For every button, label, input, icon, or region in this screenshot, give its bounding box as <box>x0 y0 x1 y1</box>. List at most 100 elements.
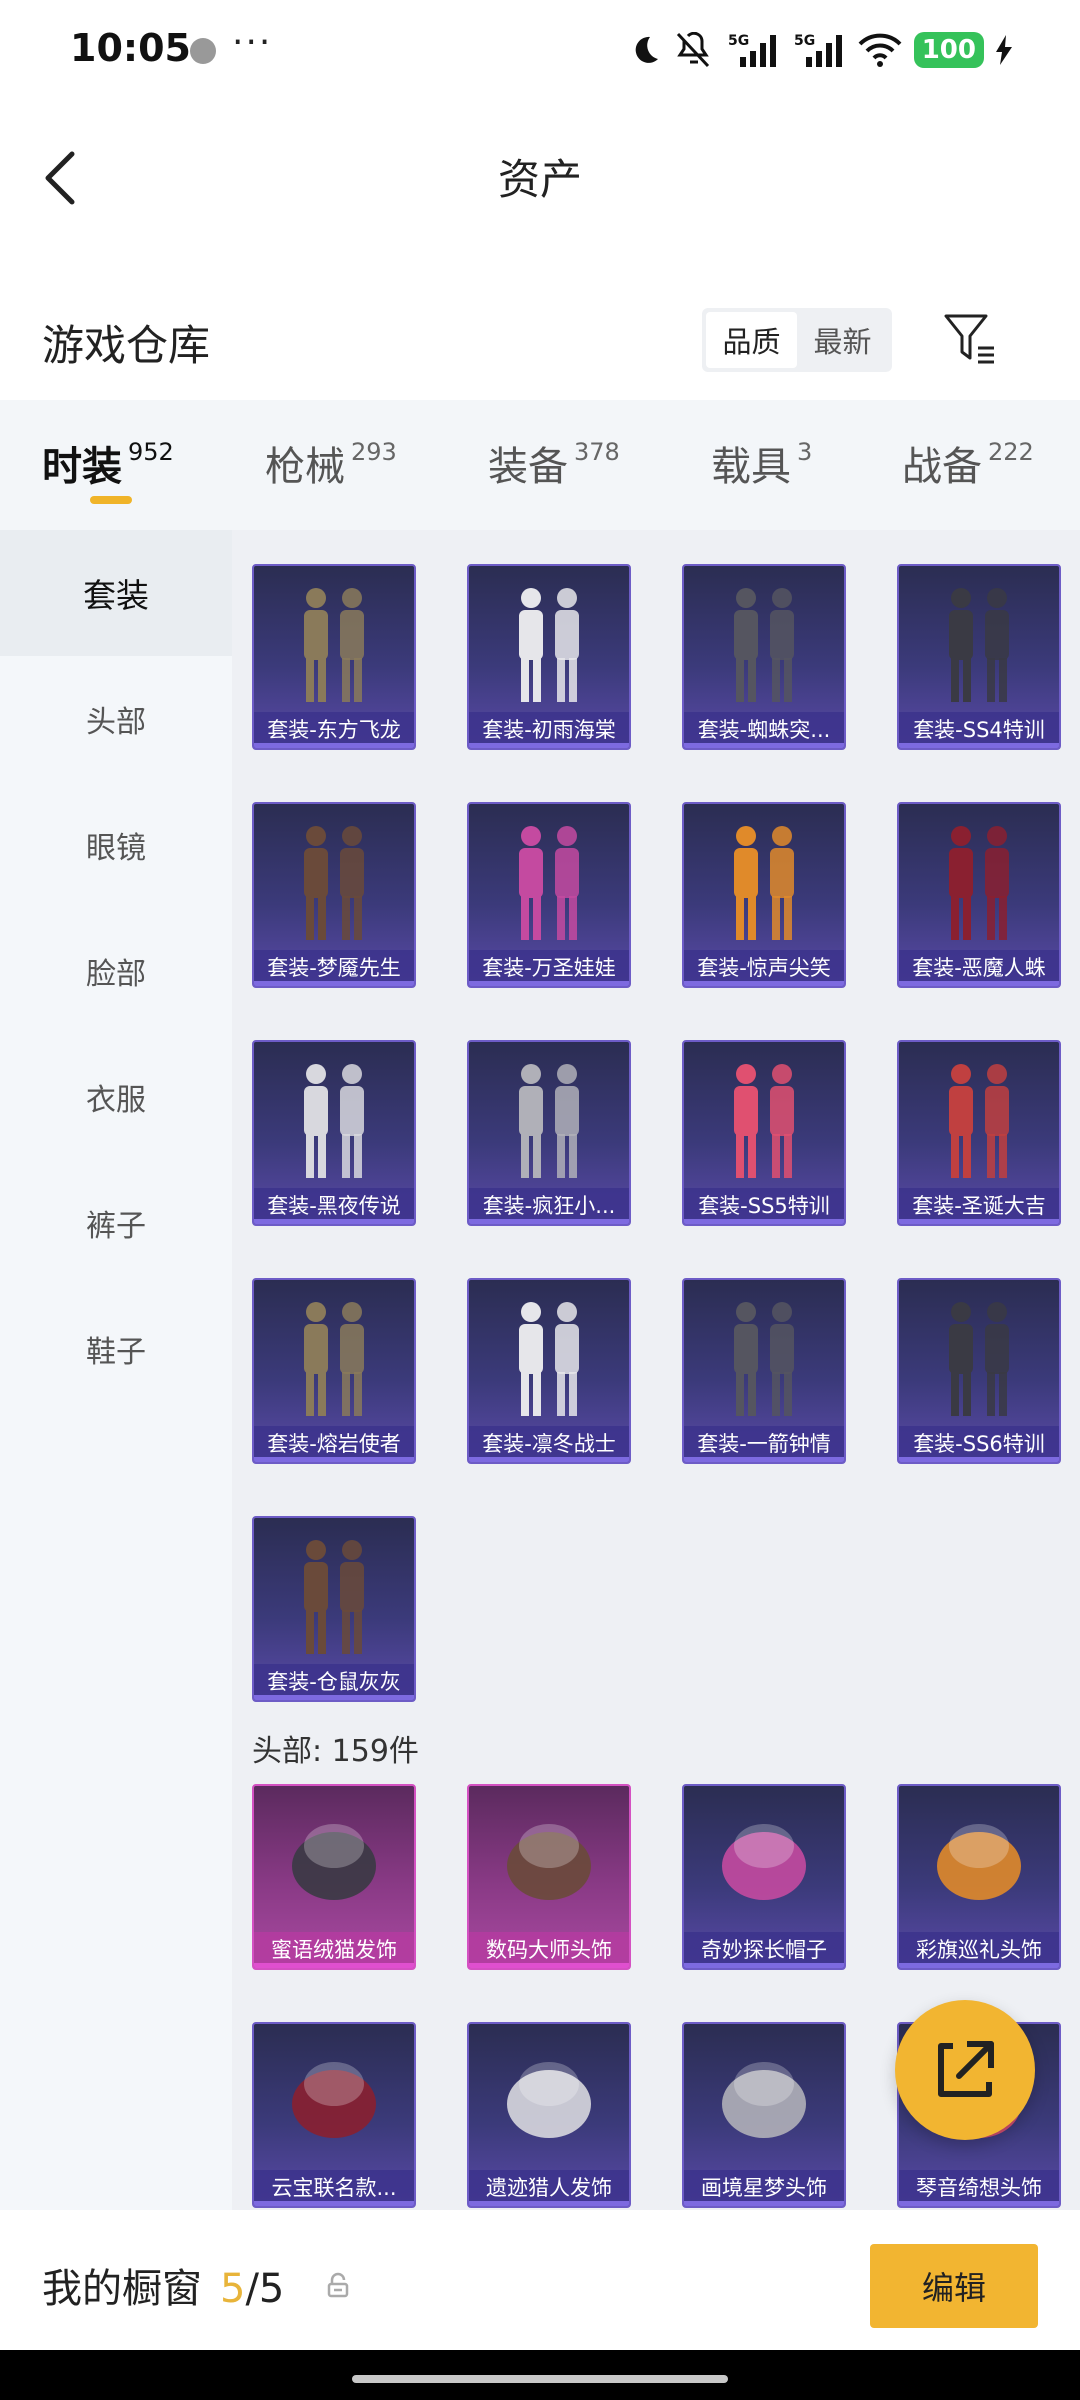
outfit-card[interactable]: 套装-凛冬战士 <box>467 1278 631 1464</box>
tab-label: 战备 <box>902 444 982 490</box>
headwear-card[interactable]: 奇妙探长帽子 <box>682 1784 846 1970</box>
filter-icon[interactable] <box>942 310 998 366</box>
showcase-count-total: /5 <box>245 2266 285 2312</box>
tab-guns[interactable]: 枪械 293 <box>265 434 397 492</box>
sidebar-item-head[interactable]: 头部 <box>0 656 232 782</box>
outfit-card[interactable]: 套装-疯狂小... <box>467 1040 631 1226</box>
net1-label: 5G <box>728 33 749 49</box>
rarity-stripe <box>899 1963 1059 1968</box>
sidebar-item-pants[interactable]: 裤子 <box>0 1160 232 1286</box>
sort-toggle: 品质 最新 <box>702 308 892 372</box>
sidebar-item-clothes[interactable]: 衣服 <box>0 1034 232 1160</box>
outfit-card[interactable]: 套装-圣诞大吉 <box>897 1040 1061 1226</box>
tab-count: 378 <box>574 438 620 466</box>
rarity-stripe <box>899 2201 1059 2206</box>
showcase-label: 我的橱窗 5 /5 <box>42 2256 284 2314</box>
tab-label: 载具 <box>711 444 791 490</box>
app-notification-icon <box>190 38 216 64</box>
app-root: 10:05 ··· 5G 5G 100 资产 游戏仓库 品质 最新 时装 952… <box>0 0 1080 2400</box>
headwear-card[interactable]: 蜜语绒猫发饰 <box>252 1784 416 1970</box>
clock: 10:05 <box>70 26 191 70</box>
headwear-card[interactable]: 云宝联名款... <box>252 2022 416 2208</box>
headwear-card[interactable]: 彩旗巡礼头饰 <box>897 1784 1061 1970</box>
outfit-card[interactable]: 套装-惊声尖笑 <box>682 802 846 988</box>
charging-icon <box>996 35 1012 65</box>
tab-combat-gear[interactable]: 战备 222 <box>902 434 1034 492</box>
outfit-card[interactable]: 套装-SS6特训 <box>897 1278 1061 1464</box>
outfit-thumbnail <box>949 1064 1009 1178</box>
home-indicator[interactable] <box>352 2375 728 2383</box>
sort-newest-button[interactable]: 最新 <box>797 312 888 368</box>
outfit-card[interactable]: 套装-SS5特训 <box>682 1040 846 1226</box>
outfit-thumbnail <box>734 588 794 702</box>
headwear-card[interactable]: 数码大师头饰 <box>467 1784 631 1970</box>
category-tabs: 时装 952 枪械 293 装备 378 载具 3 战备 222 <box>0 400 1080 530</box>
tab-label: 时装 <box>42 444 122 490</box>
outfit-card[interactable]: 套装-初雨海棠 <box>467 564 631 750</box>
outfit-thumbnail <box>519 588 579 702</box>
share-button[interactable] <box>895 2000 1035 2140</box>
headwear-thumbnail <box>722 2062 806 2138</box>
status-icons: 5G 5G 100 <box>628 28 1012 72</box>
sidebar-item-glasses[interactable]: 眼镜 <box>0 782 232 908</box>
rarity-stripe <box>899 743 1059 748</box>
outfit-card[interactable]: 套装-黑夜传说 <box>252 1040 416 1226</box>
headwear-card[interactable]: 遗迹猎人发饰 <box>467 2022 631 2208</box>
showcase-bar: 我的橱窗 5 /5 编辑 <box>0 2210 1080 2350</box>
tab-equipment[interactable]: 装备 378 <box>488 434 620 492</box>
headwear-thumbnail <box>292 2062 376 2138</box>
outfit-thumbnail <box>734 826 794 940</box>
active-tab-indicator <box>90 496 132 504</box>
outfit-thumbnail <box>519 1302 579 1416</box>
rarity-stripe <box>254 1219 414 1224</box>
outfit-thumbnail <box>304 1302 364 1416</box>
tab-vehicles[interactable]: 载具 3 <box>711 434 812 492</box>
sort-quality-button[interactable]: 品质 <box>706 312 797 368</box>
outfit-card[interactable]: 套装-梦魇先生 <box>252 802 416 988</box>
head-section-title: 头部: 159件 <box>252 1734 419 1769</box>
status-bar: 10:05 ··· 5G 5G 100 <box>0 0 1080 100</box>
rarity-stripe <box>899 981 1059 986</box>
outfit-card[interactable]: 套装-熔岩使者 <box>252 1278 416 1464</box>
outfit-thumbnail <box>949 1302 1009 1416</box>
outfit-card[interactable]: 套装-一箭钟情 <box>682 1278 846 1464</box>
showcase-count-current: 5 <box>220 2266 246 2312</box>
mute-icon <box>676 32 709 68</box>
sidebar-item-face[interactable]: 脸部 <box>0 908 232 1034</box>
item-grid: 套装-东方飞龙 套装-初雨海棠 套装-蜘蛛突... 套装-SS4特训 套装-梦魇… <box>232 530 1080 2210</box>
showcase-title: 我的橱窗 <box>42 2266 202 2312</box>
sidebar-item-suit[interactable]: 套装 <box>0 530 232 656</box>
outfit-card[interactable]: 套装-蜘蛛突... <box>682 564 846 750</box>
rarity-stripe <box>899 1457 1059 1462</box>
headwear-thumbnail <box>722 1824 806 1900</box>
outfit-card[interactable]: 套装-万圣娃娃 <box>467 802 631 988</box>
outfit-card[interactable]: 套装-SS4特训 <box>897 564 1061 750</box>
rarity-stripe <box>469 2201 629 2206</box>
outfit-card[interactable]: 套装-东方飞龙 <box>252 564 416 750</box>
section-title: 游戏仓库 <box>42 321 211 370</box>
outfit-thumbnail <box>519 1064 579 1178</box>
outfit-card[interactable]: 套装-恶魔人蛛 <box>897 802 1061 988</box>
rarity-stripe <box>684 743 844 748</box>
rarity-stripe <box>684 1963 844 1968</box>
more-notifications-icon: ··· <box>232 22 273 63</box>
headwear-card[interactable]: 画境星梦头饰 <box>682 2022 846 2208</box>
rarity-stripe <box>684 2201 844 2206</box>
rarity-stripe <box>469 1219 629 1224</box>
headwear-thumbnail <box>507 1824 591 1900</box>
tab-count: 293 <box>351 438 397 466</box>
rarity-stripe <box>254 1963 414 1968</box>
outfit-thumbnail <box>519 826 579 940</box>
edit-button[interactable]: 编辑 <box>870 2244 1038 2328</box>
outfit-thumbnail <box>304 1064 364 1178</box>
outfit-thumbnail <box>734 1064 794 1178</box>
rarity-stripe <box>684 981 844 986</box>
lock-icon <box>327 2272 349 2298</box>
rarity-stripe <box>254 743 414 748</box>
outfit-card[interactable]: 套装-仓鼠灰灰 <box>252 1516 416 1702</box>
sidebar-item-shoes[interactable]: 鞋子 <box>0 1286 232 1412</box>
tab-label: 装备 <box>488 444 568 490</box>
tab-count: 952 <box>128 438 174 466</box>
page-title: 资产 <box>497 155 582 204</box>
tab-fashion[interactable]: 时装 952 <box>42 434 174 492</box>
